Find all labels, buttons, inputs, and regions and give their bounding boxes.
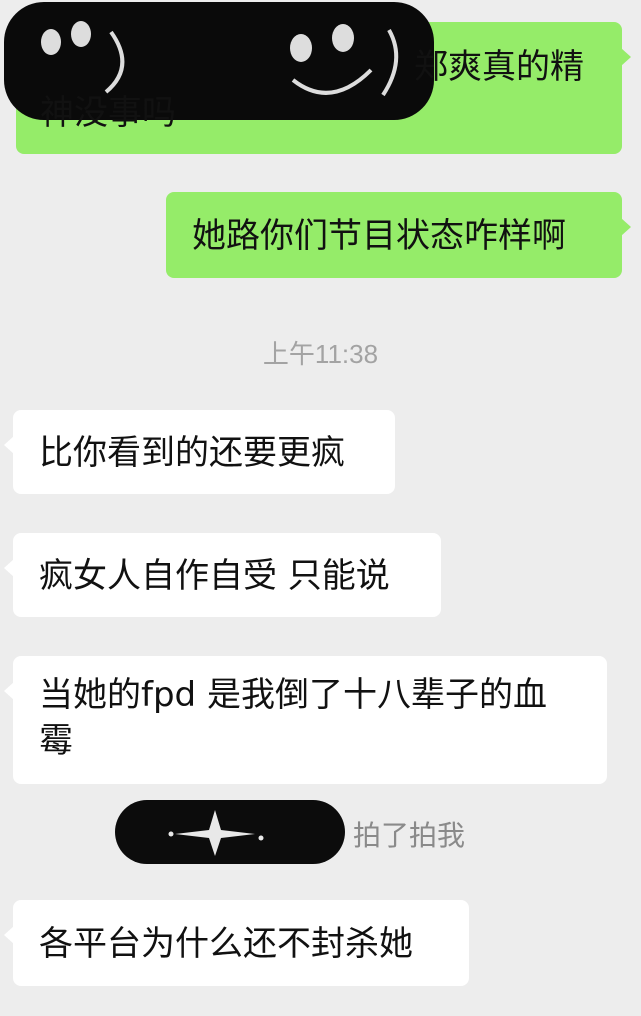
message-text: 各平台为什么还不封杀她: [39, 924, 413, 964]
message-bubble-incoming[interactable]: 比你看到的还要更疯: [4, 410, 395, 494]
message-text: 当她的fpd 是我倒了十八辈子的血: [39, 675, 547, 715]
message-bubble-incoming[interactable]: 当她的fpd 是我倒了十八辈子的血 霉: [4, 656, 607, 784]
chat-screen: { "messages": [ {"side": "out", "lines":…: [0, 0, 641, 1016]
message-text: 霉: [39, 721, 73, 761]
message-text: 她路你们节目状态咋样啊: [192, 216, 566, 256]
message-text: 疯女人自作自受 只能说: [39, 556, 390, 596]
message-text: 郑爽真的精: [414, 47, 584, 87]
message-bubble-outgoing[interactable]: 她路你们节目状态咋样啊: [166, 192, 631, 278]
message-text: 神没事吗: [40, 93, 176, 133]
message-bubble-incoming[interactable]: 疯女人自作自受 只能说: [4, 533, 441, 617]
message-bubble-outgoing[interactable]: 郑爽真的精 神没事吗: [4, 2, 631, 154]
smiley-sticker-icon: [290, 24, 399, 97]
message-bubble-incoming[interactable]: 各平台为什么还不封杀她: [4, 900, 469, 986]
pat-text: 拍了拍我: [353, 819, 466, 852]
sparkle-star-icon: [168, 810, 264, 856]
smiley-sticker-icon: [41, 21, 125, 94]
redacted-avatar[interactable]: [115, 800, 345, 864]
message-text: 比你看到的还要更疯: [39, 433, 345, 473]
timestamp: 上午11:38: [262, 339, 379, 369]
